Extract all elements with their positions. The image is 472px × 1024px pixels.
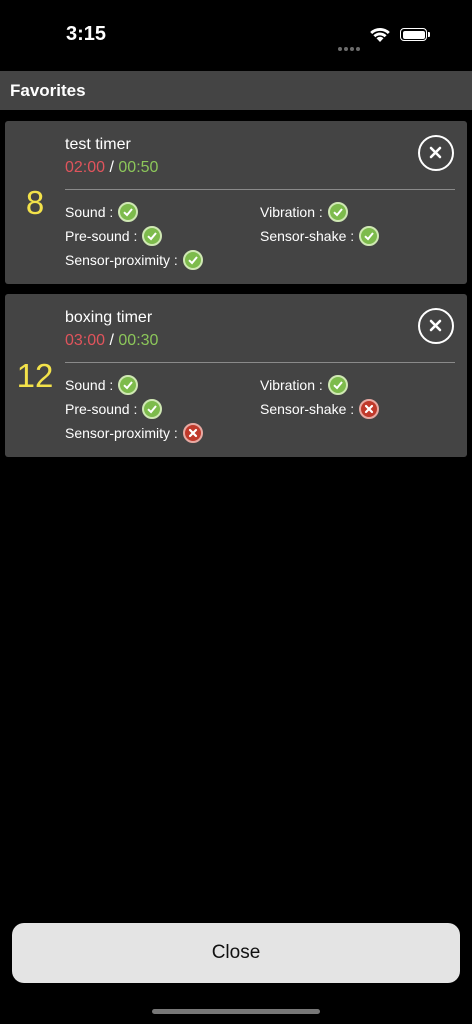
close-icon xyxy=(429,319,442,332)
work-time: 03:00 xyxy=(65,332,106,349)
option-label: Sensor-shake : xyxy=(260,228,355,244)
option-pre-sound: Pre-sound : xyxy=(65,399,163,419)
option-pre-sound: Pre-sound : xyxy=(65,226,163,246)
check-circle-icon xyxy=(142,226,163,246)
x-circle-icon xyxy=(359,399,380,419)
timer-times: 03:00 / 00:30 xyxy=(65,332,158,350)
x-circle-icon xyxy=(182,423,203,443)
option-sound: Sound : xyxy=(65,375,139,395)
check-circle-icon xyxy=(327,375,348,395)
option-sensor-shake: Sensor-shake : xyxy=(260,399,380,419)
option-label: Sensor-proximity : xyxy=(65,252,178,268)
favorite-card[interactable]: 8 test timer 02:00 / 00:50 Sound : Vibra… xyxy=(5,121,467,284)
favorites-header: Favorites xyxy=(0,71,472,110)
cellular-signal-icon xyxy=(338,38,362,51)
divider xyxy=(65,189,455,190)
status-bar: 3:15 xyxy=(0,0,472,70)
option-label: Sensor-shake : xyxy=(260,401,355,417)
option-sound: Sound : xyxy=(65,202,139,222)
check-circle-icon xyxy=(118,202,139,222)
page-title: Favorites xyxy=(10,81,86,100)
option-label: Pre-sound : xyxy=(65,401,138,417)
round-count: 12 xyxy=(16,357,54,394)
check-circle-icon xyxy=(142,399,163,419)
timer-name: boxing timer xyxy=(65,309,153,326)
close-icon xyxy=(429,146,442,159)
work-time: 02:00 xyxy=(65,159,106,176)
home-indicator[interactable] xyxy=(152,1009,320,1014)
option-sensor-proximity: Sensor-proximity : xyxy=(65,250,203,270)
option-vibration: Vibration : xyxy=(260,202,348,222)
time-separator: / xyxy=(109,159,114,176)
status-time: 3:15 xyxy=(66,23,107,45)
option-label: Sound : xyxy=(65,377,114,393)
rest-time: 00:50 xyxy=(118,159,159,176)
wifi-icon xyxy=(370,27,390,42)
check-circle-icon xyxy=(118,375,139,395)
close-button[interactable]: Close xyxy=(12,923,460,983)
remove-favorite-button[interactable] xyxy=(418,308,454,344)
rest-time: 00:30 xyxy=(118,332,159,349)
check-circle-icon xyxy=(327,202,348,222)
round-count: 8 xyxy=(25,184,45,221)
check-circle-icon xyxy=(182,250,203,270)
check-circle-icon xyxy=(359,226,380,246)
option-label: Vibration : xyxy=(260,204,323,220)
divider xyxy=(65,362,455,363)
battery-icon xyxy=(400,28,430,41)
option-label: Pre-sound : xyxy=(65,228,138,244)
close-button-label: Close xyxy=(211,942,261,963)
timer-times: 02:00 / 00:50 xyxy=(65,159,158,177)
option-label: Sensor-proximity : xyxy=(65,425,178,441)
option-vibration: Vibration : xyxy=(260,375,348,395)
timer-name: test timer xyxy=(65,136,131,153)
option-sensor-proximity: Sensor-proximity : xyxy=(65,423,203,443)
option-sensor-shake: Sensor-shake : xyxy=(260,226,380,246)
favorite-card[interactable]: 12 boxing timer 03:00 / 00:30 Sound : Vi… xyxy=(5,294,467,457)
option-label: Vibration : xyxy=(260,377,323,393)
time-separator: / xyxy=(109,332,114,349)
option-label: Sound : xyxy=(65,204,114,220)
remove-favorite-button[interactable] xyxy=(418,135,454,171)
